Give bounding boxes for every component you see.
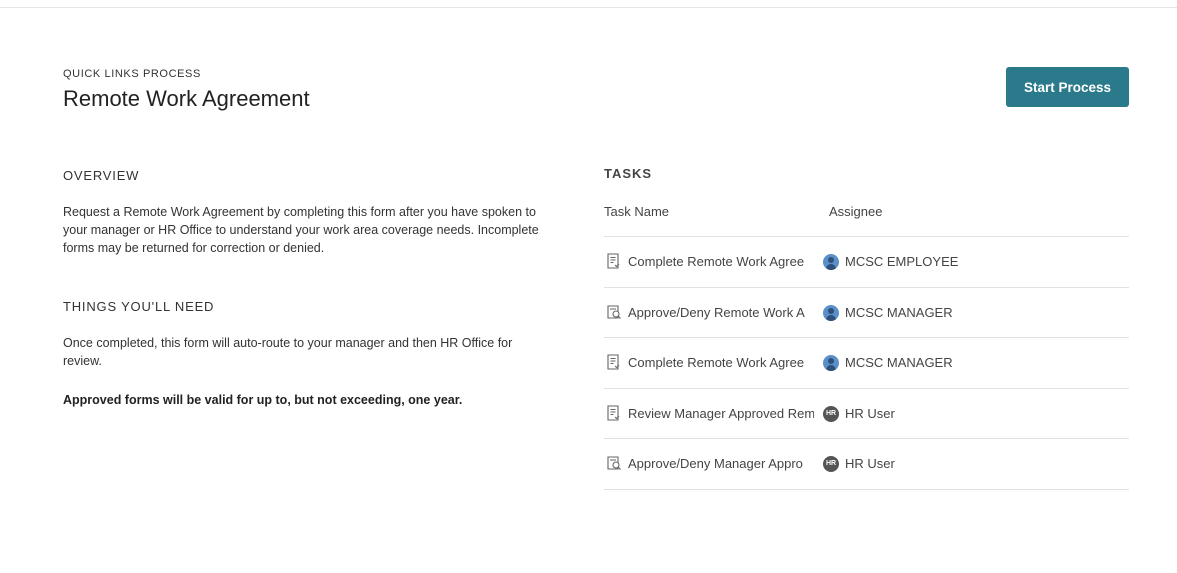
person-avatar bbox=[823, 355, 839, 371]
task-row[interactable]: Complete Remote Work Agree MCSC MANAGER bbox=[604, 338, 1129, 389]
page-eyebrow: QUICK LINKS PROCESS bbox=[63, 68, 201, 80]
form-icon bbox=[606, 253, 620, 269]
task-name[interactable]: Complete Remote Work Agree bbox=[628, 355, 814, 370]
task-assignee: HR User bbox=[845, 456, 895, 471]
task-row[interactable]: Approve/Deny Manager Appro HR HR User bbox=[604, 439, 1129, 490]
start-process-button[interactable]: Start Process bbox=[1006, 67, 1129, 107]
person-avatar bbox=[823, 254, 839, 270]
overview-text-line-3: forms may be returned for correction or … bbox=[63, 241, 325, 255]
task-name[interactable]: Review Manager Approved Rem bbox=[628, 406, 814, 421]
task-assignee: MCSC MANAGER bbox=[845, 304, 953, 320]
task-name[interactable]: Complete Remote Work Agree bbox=[628, 254, 814, 269]
assignee-column-header: Assignee bbox=[829, 204, 883, 219]
person-avatar bbox=[823, 304, 839, 321]
overview-heading: OVERVIEW bbox=[63, 168, 140, 183]
overview-text-line-1: Request a Remote Work Agreement by compl… bbox=[63, 205, 536, 219]
hr-avatar: HR bbox=[823, 456, 839, 472]
hr-avatar: HR bbox=[823, 405, 839, 422]
task-assignee: MCSC MANAGER bbox=[845, 355, 953, 370]
process-page: QUICK LINKS PROCESS Remote Work Agreemen… bbox=[0, 0, 1177, 573]
task-name[interactable]: Approve/Deny Remote Work A bbox=[628, 305, 814, 320]
validity-note: Approved forms will be valid for up to, … bbox=[63, 393, 463, 407]
task-assignee: HR User bbox=[845, 405, 895, 421]
approval-form-icon bbox=[606, 455, 621, 471]
overview-text-line-2: your manager or HR Office to understand … bbox=[63, 223, 539, 237]
task-name[interactable]: Approve/Deny Manager Appro bbox=[628, 456, 814, 471]
needs-text-line-2: review. bbox=[63, 354, 102, 368]
top-divider bbox=[0, 7, 1177, 8]
page-title: Remote Work Agreement bbox=[63, 86, 310, 111]
tasks-table: Complete Remote Work Agree MCSC EMPLOYEE A… bbox=[604, 236, 1129, 490]
task-row[interactable]: Review Manager Approved Rem HR HR User bbox=[604, 389, 1129, 439]
form-icon bbox=[606, 404, 620, 421]
task-assignee: MCSC EMPLOYEE bbox=[845, 254, 959, 269]
things-needed-heading: THINGS YOU'LL NEED bbox=[63, 299, 215, 314]
task-row[interactable]: Approve/Deny Remote Work A MCSC MANAGER bbox=[604, 288, 1129, 338]
form-icon bbox=[606, 354, 620, 370]
task-name-column-header: Task Name bbox=[604, 204, 670, 219]
tasks-heading: TASKS bbox=[604, 166, 653, 181]
task-row[interactable]: Complete Remote Work Agree MCSC EMPLOYEE bbox=[604, 237, 1129, 288]
needs-text-line-1: Once completed, this form will auto-rout… bbox=[63, 336, 513, 350]
approval-form-icon bbox=[606, 304, 621, 320]
